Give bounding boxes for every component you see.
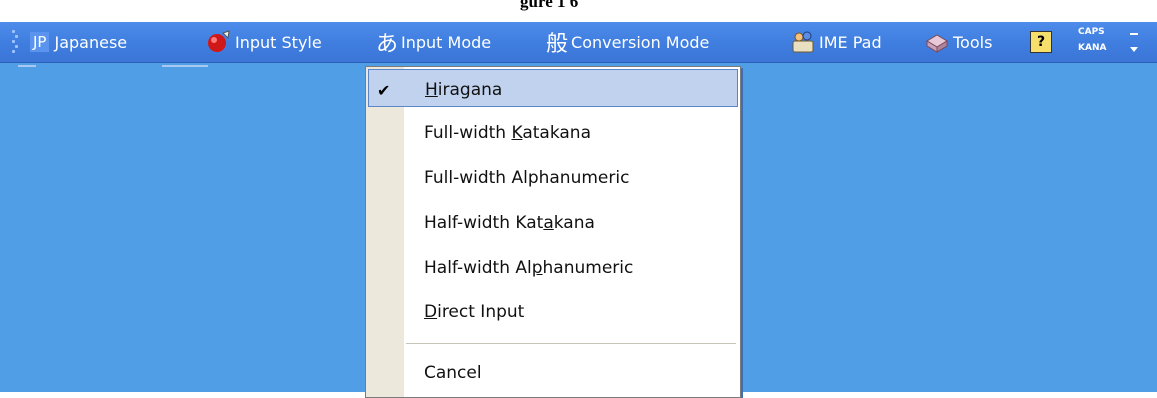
menu-separator	[406, 343, 736, 344]
menu-item-label: Full-width Alphanumeric	[424, 168, 630, 188]
conversion-mode-label: Conversion Mode	[571, 32, 710, 52]
menu-item-full-width-alphanumeric[interactable]: Full-width Alphanumeric	[368, 158, 738, 196]
toolbox-icon	[926, 34, 948, 53]
ime-pad-button[interactable]: IME Pad	[790, 27, 882, 57]
hiragana-a-icon: あ	[376, 32, 399, 57]
tools-button[interactable]: Tools	[924, 27, 992, 57]
red-ball-input-style-icon	[208, 30, 230, 52]
caps-kana-indicator: CAPS KANA	[1078, 24, 1118, 60]
kana-label: KANA	[1078, 43, 1107, 53]
language-button[interactable]: JP Japanese	[30, 27, 127, 57]
menu-item-label: Full-width Katakana	[424, 123, 591, 143]
decor-line	[18, 65, 36, 67]
menu-item-half-width-alphanumeric[interactable]: Half-width Alphanumeric	[368, 248, 738, 286]
menu-item-label: Cancel	[424, 363, 482, 383]
menu-item-label: Hiragana	[425, 80, 503, 100]
conversion-mode-button[interactable]: 般 Conversion Mode	[546, 27, 709, 57]
language-name: Japanese	[54, 32, 128, 52]
figure-caption: gure 1 6	[0, 0, 1157, 22]
menu-item-label: Direct Input	[424, 302, 525, 322]
menu-item-full-width-katakana[interactable]: Full-width Katakana	[368, 113, 738, 151]
ime-pad-icon	[792, 31, 814, 53]
language-code: JP	[30, 32, 50, 52]
options-chevron-down-icon[interactable]	[1128, 45, 1140, 53]
menu-item-cancel[interactable]: Cancel	[368, 353, 738, 391]
minimize-icon[interactable]	[1128, 30, 1140, 38]
language-bar-grip[interactable]	[12, 30, 18, 54]
menu-item-hiragana[interactable]: ✔ Hiragana	[368, 69, 738, 107]
help-icon: ?	[1030, 31, 1052, 53]
input-mode-label: Input Mode	[401, 32, 492, 52]
checkmark-icon: ✔	[377, 81, 391, 100]
input-style-label: Input Style	[235, 32, 322, 52]
menu-item-half-width-katakana[interactable]: Half-width Katakana	[368, 203, 738, 241]
menu-item-label: Half-width Alphanumeric	[424, 258, 634, 278]
menu-item-label: Half-width Katakana	[424, 213, 595, 233]
input-mode-menu: ✔ Hiragana Full-width Katakana Full-widt…	[365, 66, 741, 398]
desktop-background: JP Japanese Input Style あ Input Mode 般 C…	[0, 22, 1157, 398]
tools-label: Tools	[953, 32, 993, 52]
caps-label: CAPS	[1078, 27, 1105, 37]
input-style-button[interactable]: Input Style	[206, 27, 322, 57]
conversion-general-icon: 般	[546, 32, 569, 57]
ime-pad-label: IME Pad	[819, 32, 882, 52]
figure-caption-text: gure 1 6	[520, 0, 579, 11]
help-button[interactable]: ?	[1030, 27, 1052, 57]
menu-item-direct-input[interactable]: Direct Input	[368, 292, 738, 330]
input-mode-button[interactable]: あ Input Mode	[376, 27, 491, 57]
language-bar: JP Japanese Input Style あ Input Mode 般 C…	[0, 22, 1157, 63]
decor-line	[162, 65, 208, 67]
